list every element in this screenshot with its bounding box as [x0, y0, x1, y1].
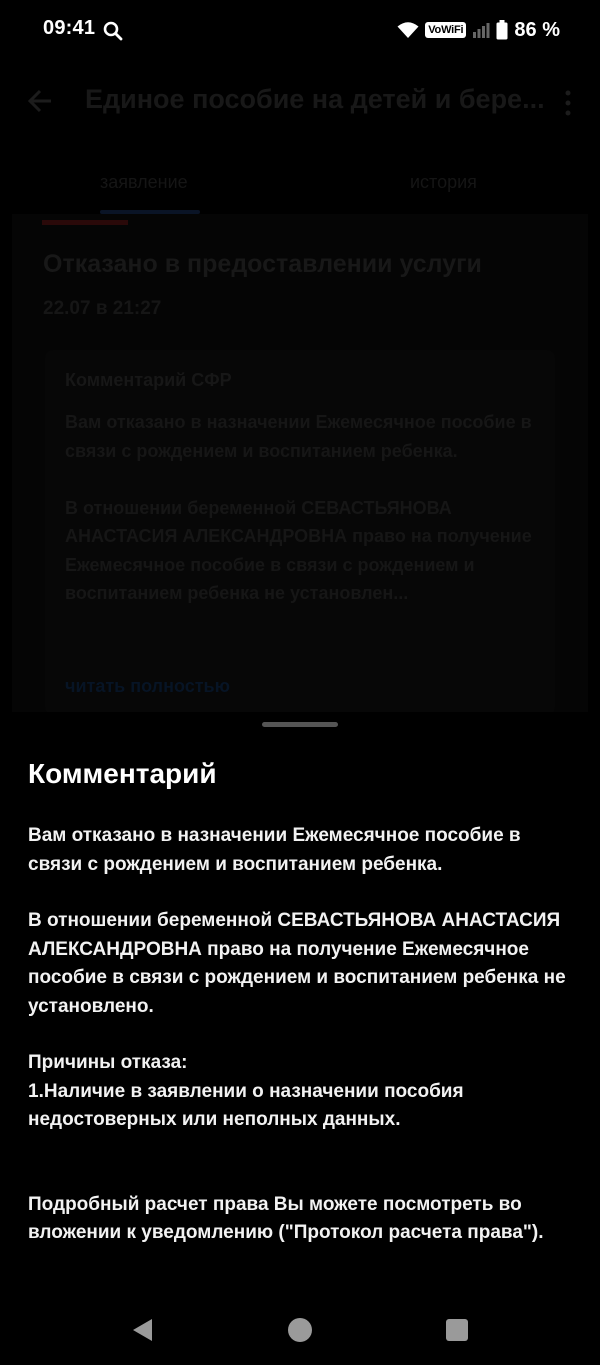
comment-card: Комментарий СФР Вам отказано в назначени…: [45, 350, 555, 715]
reason-item: 1.Наличие в заявлении о назначении пособ…: [28, 1080, 464, 1131]
background-content: Единое пособие на детей и бере... заявле…: [0, 62, 600, 715]
comment-card-text: Вам отказано в назначении Ежемесячное по…: [65, 412, 532, 603]
comment-bottom-sheet: Комментарий Вам отказано в назначении Еж…: [0, 712, 600, 1365]
nav-home-icon[interactable]: [287, 1317, 313, 1343]
nav-recent-icon[interactable]: [444, 1317, 470, 1343]
battery-percent: 86 %: [514, 18, 560, 41]
status-time: 09:41: [43, 17, 96, 39]
vowifi-badge: VoWiFi: [425, 22, 467, 38]
sheet-paragraph: Подробный расчет права Вы можете посмотр…: [28, 1193, 544, 1244]
tab-history[interactable]: история: [410, 172, 477, 193]
reasons-title: Причины отказа:: [28, 1052, 188, 1073]
page-title: Единое пособие на детей и бере...: [85, 84, 545, 114]
battery-icon: [496, 20, 508, 40]
signal-icon: [473, 23, 490, 38]
status-indicators: VoWiFi 86 %: [397, 17, 560, 43]
wifi-icon: [397, 22, 419, 38]
more-vertical-icon[interactable]: [560, 90, 576, 116]
back-arrow-icon[interactable]: [27, 88, 53, 114]
application-date: 22.07 в 21:27: [43, 298, 162, 319]
read-more-link[interactable]: читать полностью: [65, 676, 230, 697]
status-accent-bar: [42, 220, 128, 225]
nav-back-icon[interactable]: [130, 1317, 156, 1343]
sheet-paragraph: Вам отказано в назначении Ежемесячное по…: [28, 825, 521, 875]
status-bar: 09:41 VoWiFi 86 %: [0, 0, 600, 62]
application-status: Отказано в предоставлении услуги: [43, 250, 482, 278]
sheet-body: Вам отказано в назначении Ежемесячное по…: [28, 822, 573, 1248]
tab-application[interactable]: заявление: [100, 172, 188, 193]
comment-card-title: Комментарий СФР: [65, 370, 232, 390]
screen: 09:41 VoWiFi 86 % Единое пособие на дете…: [0, 0, 600, 1365]
system-nav-bar: [0, 1295, 600, 1365]
sheet-drag-handle[interactable]: [262, 722, 338, 727]
sheet-paragraph: В отношении беременной СЕВАСТЬЯНОВА АНАС…: [28, 910, 566, 1017]
search-icon: [103, 21, 123, 41]
sheet-title: Комментарий: [28, 758, 217, 789]
